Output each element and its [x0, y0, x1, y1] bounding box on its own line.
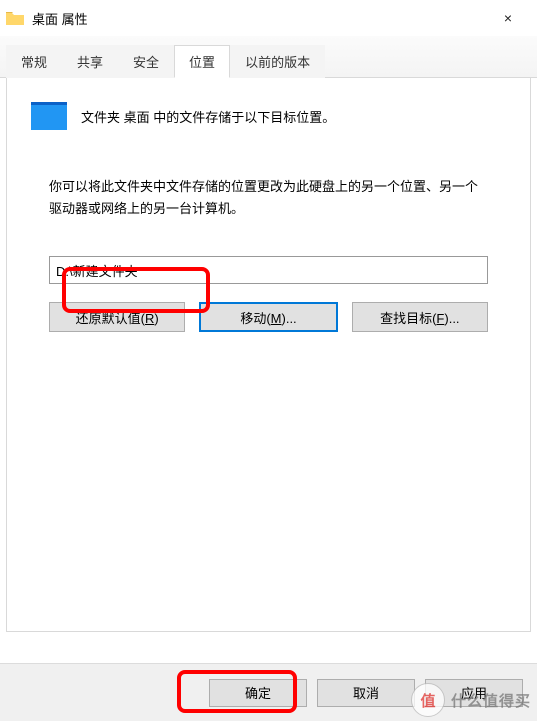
close-button[interactable]: ×: [485, 3, 531, 33]
dialog-footer: 确定 取消 应用: [0, 663, 537, 721]
apply-button[interactable]: 应用: [425, 679, 523, 707]
change-location-description: 你可以将此文件夹中文件存储的位置更改为此硬盘上的另一个位置、另一个驱动器或网络上…: [49, 176, 488, 220]
cancel-button[interactable]: 取消: [317, 679, 415, 707]
find-target-button[interactable]: 查找目标(F)...: [352, 302, 488, 332]
tab-content: 文件夹 桌面 中的文件存储于以下目标位置。 你可以将此文件夹中文件存储的位置更改…: [6, 78, 531, 632]
folder-storage-label: 文件夹 桌面 中的文件存储于以下目标位置。: [81, 107, 335, 126]
button-label: 还原默认值(R): [76, 308, 159, 327]
tab-general[interactable]: 常规: [6, 45, 62, 78]
path-input[interactable]: [49, 256, 488, 284]
folder-icon: [6, 9, 24, 27]
tab-previous-versions[interactable]: 以前的版本: [230, 45, 325, 78]
tab-sharing[interactable]: 共享: [62, 45, 118, 78]
desktop-icon: [31, 102, 67, 130]
titlebar: 桌面 属性 ×: [0, 0, 537, 36]
button-label: 查找目标(F)...: [380, 308, 459, 327]
move-button[interactable]: 移动(M)...: [199, 302, 337, 332]
restore-default-button[interactable]: 还原默认值(R): [49, 302, 185, 332]
tab-security[interactable]: 安全: [118, 45, 174, 78]
button-label: 移动(M)...: [240, 308, 296, 327]
ok-button[interactable]: 确定: [209, 679, 307, 707]
tab-strip: 常规 共享 安全 位置 以前的版本: [0, 36, 537, 78]
tab-location[interactable]: 位置: [174, 45, 230, 78]
window-title: 桌面 属性: [32, 9, 88, 28]
